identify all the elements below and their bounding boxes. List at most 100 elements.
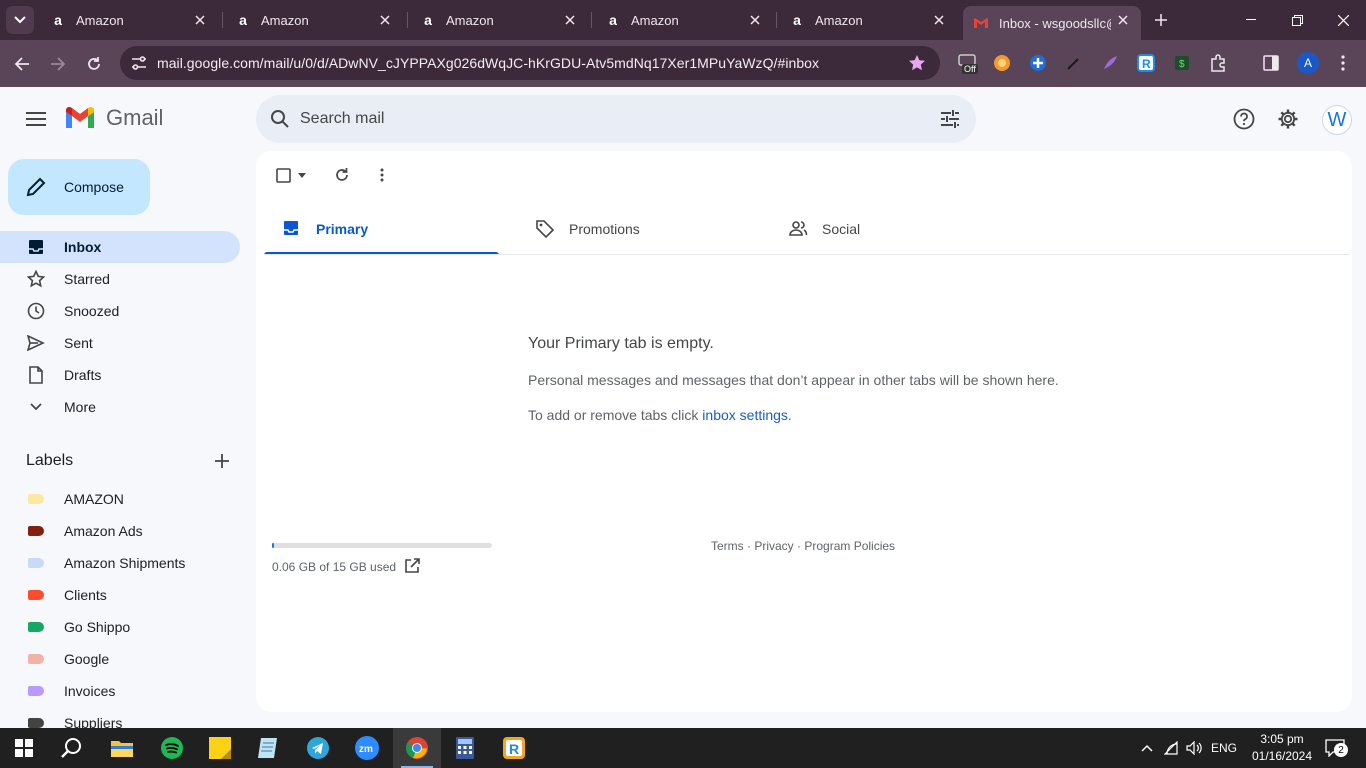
privacy-link[interactable]: Privacy [754,539,793,553]
browser-tab[interactable]: a Amazon [40,6,218,34]
search-input[interactable] [300,107,900,131]
label-tag-icon [28,526,44,536]
close-icon[interactable] [377,12,393,28]
extension-off-icon[interactable]: Off [957,52,979,74]
browser-tab[interactable]: a Amazon [779,6,957,34]
label-item-amazon-shipments[interactable]: Amazon Shipments [0,547,240,579]
tabs-divider [264,254,1350,255]
r-app-icon[interactable]: R [490,728,538,768]
sidebar-item-label: Drafts [64,367,102,383]
open-in-new-icon[interactable] [403,557,421,575]
more-actions-button[interactable] [372,165,392,185]
search-options-icon[interactable] [940,109,960,129]
browser-tab[interactable]: a Amazon [410,6,588,34]
browser-tab[interactable]: a Amazon [225,6,403,34]
tab-label: Primary [316,221,369,237]
more-vert-icon [380,168,384,182]
new-tab-button[interactable] [1150,9,1172,31]
select-all-checkbox[interactable] [274,165,292,185]
network-icon[interactable] [1160,728,1184,768]
close-icon[interactable] [1115,12,1131,28]
tab-search-button[interactable] [6,6,34,34]
zoom-icon[interactable]: zm [343,728,391,768]
site-info-icon[interactable] [130,55,148,71]
minimize-button[interactable] [1228,0,1274,40]
calculator-icon[interactable] [441,728,489,768]
more-menu-icon[interactable] [1332,52,1354,74]
chrome-icon[interactable] [393,728,441,768]
inbox-settings-link[interactable]: inbox settings [702,407,788,423]
main-menu-button[interactable] [20,107,52,131]
show-hidden-icons-button[interactable] [1136,728,1158,768]
label-item-amazon-ads[interactable]: Amazon Ads [0,515,240,547]
clock-time: 3:05 pm [1260,732,1304,746]
terms-link[interactable]: Terms [711,539,744,553]
extension-r-icon[interactable]: R [1135,52,1157,74]
close-window-button[interactable] [1320,0,1366,40]
label-item-go-shippo[interactable]: Go Shippo [0,611,240,643]
tab-social[interactable]: Social [770,203,1005,255]
address-bar[interactable]: mail.google.com/mail/u/0/d/ADwNV_cJYPPAX… [120,46,940,80]
sidebar-item-drafts[interactable]: Drafts [0,359,240,391]
close-icon[interactable] [747,12,763,28]
empty-state-hint: To add or remove tabs click inbox settin… [528,407,792,423]
amazon-a-icon: a [239,12,247,28]
close-icon[interactable] [562,12,578,28]
account-avatar[interactable]: W [1322,105,1352,135]
sidebar-item-label: Snoozed [64,303,120,319]
select-menu-button[interactable] [296,165,308,185]
notepad-icon[interactable] [245,728,293,768]
search-bar[interactable] [256,95,976,143]
extension-feather-icon[interactable] [1099,52,1121,74]
gmail-logo[interactable]: Gmail [64,105,163,131]
compose-button[interactable]: Compose [8,159,150,215]
tab-promotions[interactable]: Promotions [517,203,752,255]
notifications-button[interactable]: 2 [1320,728,1350,768]
label-item-amazon[interactable]: AMAZON [0,483,240,515]
program-policies-link[interactable]: Program Policies [804,539,895,553]
label-item-invoices[interactable]: Invoices [0,675,240,707]
sidebar-item-snoozed[interactable]: Snoozed [0,295,240,327]
sidebar-item-inbox[interactable]: Inbox [0,231,240,263]
sidebar-item-starred[interactable]: Starred [0,263,240,295]
extension-blue-icon[interactable] [1027,52,1049,74]
sidebar-item-more[interactable]: More [0,391,240,423]
close-icon[interactable] [931,12,947,28]
extension-dollar-icon[interactable]: $ [1171,52,1193,74]
browser-tab-active[interactable]: Inbox - wsgoodsllc@ [963,6,1141,40]
back-button[interactable] [8,50,36,78]
volume-icon[interactable] [1184,728,1204,768]
label-item-clients[interactable]: Clients [0,579,240,611]
reload-button[interactable] [80,50,108,78]
label-tag-icon [28,622,44,632]
file-explorer-icon[interactable] [98,728,146,768]
extensions-puzzle-icon[interactable] [1207,52,1229,74]
settings-button[interactable] [1276,107,1300,131]
restore-button[interactable] [1274,0,1320,40]
extension-orange-icon[interactable] [991,52,1013,74]
svg-text:$: $ [1179,59,1185,70]
browser-tab[interactable]: a Amazon [595,6,773,34]
sidebar-item-label: Inbox [64,239,102,255]
browser-profile-avatar[interactable]: A [1297,52,1319,74]
help-button[interactable] [1232,107,1256,131]
extension-pen-icon[interactable] [1063,52,1085,74]
search-icon[interactable] [270,109,290,129]
label-item-google[interactable]: Google [0,643,240,675]
sidebar-item-sent[interactable]: Sent [0,327,240,359]
language-indicator[interactable]: ENG [1206,728,1242,768]
taskbar-search-button[interactable] [48,728,96,768]
mail-list-panel: Primary Promotions Social Your Primary t… [256,151,1352,712]
create-label-button[interactable] [212,451,232,471]
sticky-notes-icon[interactable] [196,728,244,768]
system-clock[interactable]: 3:05 pm 01/16/2024 [1244,731,1320,765]
refresh-button[interactable] [332,165,352,185]
spotify-icon[interactable] [148,728,196,768]
bookmark-star-icon[interactable] [908,54,926,72]
tab-primary[interactable]: Primary [264,203,499,255]
close-icon[interactable] [192,12,208,28]
forward-button[interactable] [44,50,72,78]
start-button[interactable] [0,728,48,768]
telegram-icon[interactable] [294,728,342,768]
side-panel-icon[interactable] [1260,52,1282,74]
